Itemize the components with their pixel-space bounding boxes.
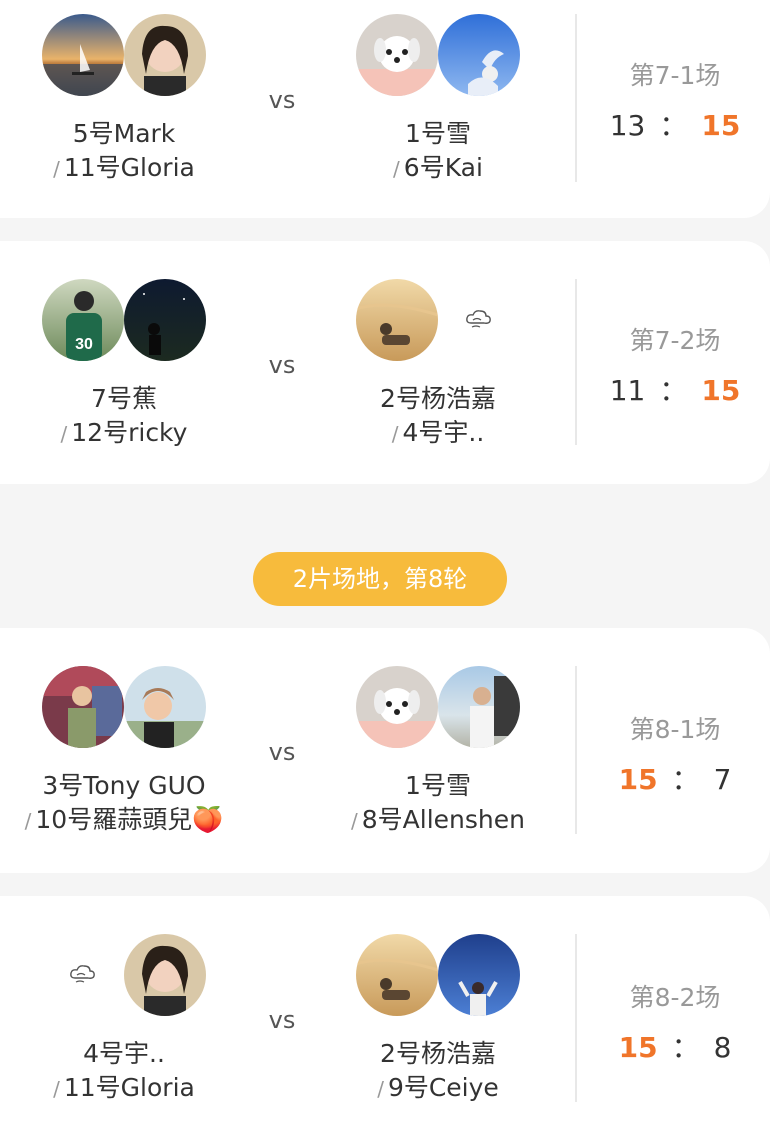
score-right: 15 [701,374,741,407]
divider [575,934,577,1102]
partner-name: /11号Gloria [4,148,244,184]
partner-name: /10号羅蒜頭兒🍑 [4,800,244,836]
score-left: 11 [609,374,646,407]
slash: / [351,809,358,833]
slash: / [24,809,32,833]
score-colon: ： [671,763,700,796]
partner-name: /6号Kai [318,148,558,184]
score: 13 ： 15 [590,104,760,144]
score-left: 13 [609,109,646,142]
avatar [438,14,520,96]
vs-label: vs [268,1006,296,1034]
partner-name: /4号宇.. [318,413,558,449]
player-name: 7号蕉 [91,384,157,413]
player-name: 2号杨浩嘉 [380,384,496,413]
round-label: 第7-2场 [629,326,721,355]
slash: / [391,422,399,446]
match-card[interactable]: 3号Tony GUO /10号羅蒜頭兒🍑 vs 1号雪 /8号Allenshen… [0,628,770,873]
player-name: 4号宇.. [402,418,485,447]
avatar [438,934,520,1016]
match-card[interactable]: 5号Mark /11号Gloria vs 1号雪 /6号Kai 第7-1场 13… [0,0,770,218]
player-name: 11号Gloria [63,153,195,182]
score-colon: ： [671,1031,700,1064]
round-label: 第7-1场 [629,61,721,90]
slash: / [377,1077,384,1101]
player-name: 6号Kai [403,153,483,182]
player-name: 1号雪 [405,771,471,800]
avatar [42,14,124,96]
score-right: 8 [713,1031,732,1064]
slash: / [53,157,60,181]
vs-label: vs [268,86,296,114]
player-name: 3号Tony GUO [42,771,206,800]
svg-text:30: 30 [75,336,93,353]
round-label: 第8-1场 [629,715,721,744]
avatar [124,14,206,96]
slash: / [393,157,400,181]
player-name: 1号雪 [405,119,471,148]
player-name: 2号杨浩嘉 [380,1039,496,1068]
avatar [356,666,438,748]
cloud-icon [68,962,98,986]
avatar [438,666,520,748]
avatar [356,934,438,1016]
player-name: 12号ricky [71,418,188,447]
cloud-icon [464,307,494,331]
score-left: 15 [618,1031,658,1064]
partner-name: /9号Ceiye [318,1068,558,1104]
divider [575,279,577,445]
match-card[interactable]: 30 7号蕉 /12号ricky vs 2号杨浩嘉 /4号宇.. 第7-2场 1… [0,241,770,484]
player-name: 11号Gloria [63,1073,195,1102]
score-colon: ： [659,109,688,142]
score: 15 ： 7 [590,758,760,798]
vs-label: vs [268,738,296,766]
player-name: 4号宇.. [83,1039,165,1068]
vs-label: vs [268,351,296,379]
round-separator: 2片场地，第8轮 [253,552,507,606]
round-label: 第8-2场 [629,983,721,1012]
avatar [356,14,438,96]
score-right: 15 [701,109,741,142]
partner-name: /12号ricky [4,413,244,449]
avatar [356,279,438,361]
partner-name: /11号Gloria [4,1068,244,1104]
score: 11 ： 15 [590,369,760,409]
divider [575,666,577,834]
avatar [124,666,206,748]
avatar: 30 [42,279,124,361]
avatar [124,279,206,361]
slash: / [53,1077,60,1101]
score-colon: ： [659,374,688,407]
score: 15 ： 8 [590,1026,760,1066]
score-left: 15 [618,763,658,796]
player-name: 8号Allenshen [361,805,525,834]
avatar [42,666,124,748]
player-name: 9号Ceiye [387,1073,499,1102]
divider [575,14,577,182]
slash: / [60,422,68,446]
player-name: 10号羅蒜頭兒🍑 [35,805,224,834]
player-name: 5号Mark [72,119,176,148]
partner-name: /8号Allenshen [318,800,558,836]
avatar [124,934,206,1016]
match-card[interactable]: 4号宇.. /11号Gloria vs 2号杨浩嘉 /9号Ceiye 第8-2场… [0,896,770,1126]
score-right: 7 [713,763,732,796]
